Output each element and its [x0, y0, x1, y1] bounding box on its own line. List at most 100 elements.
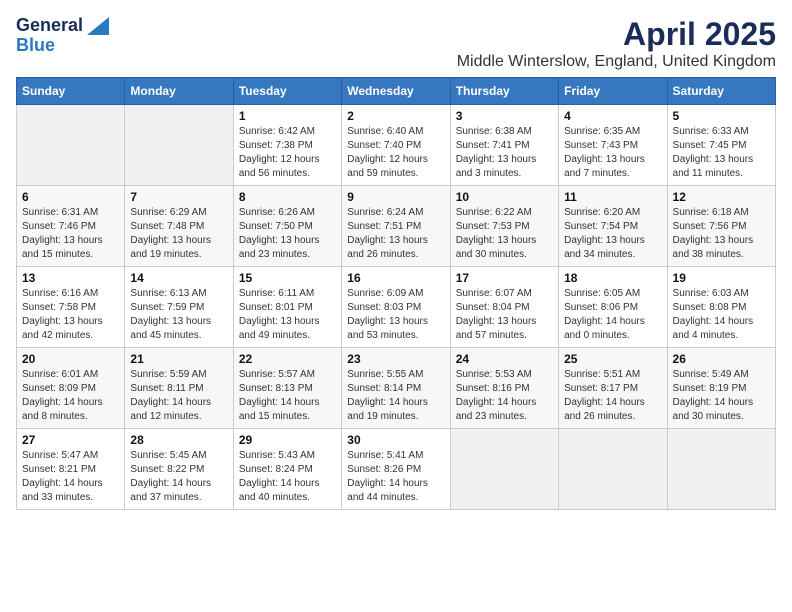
cell-info: Sunrise: 5:55 AMSunset: 8:14 PMDaylight:…	[347, 368, 444, 424]
cell-day-number: 28	[130, 433, 227, 447]
table-row: 29 Sunrise: 5:43 AMSunset: 8:24 PMDayligh…	[233, 429, 341, 510]
cell-day-number: 3	[456, 109, 553, 123]
table-row	[17, 105, 125, 186]
table-row: 27 Sunrise: 5:47 AMSunset: 8:21 PMDayligh…	[17, 429, 125, 510]
calendar-week-row: 1Sunrise: 6:42 AMSunset: 7:38 PMDaylight…	[17, 105, 776, 186]
cell-day-number: 19	[673, 271, 770, 285]
cell-info: Sunrise: 6:42 AMSunset: 7:38 PMDaylight:…	[239, 125, 336, 181]
cell-info: Sunrise: 6:24 AMSunset: 7:51 PMDaylight:…	[347, 206, 444, 262]
col-sunday: Sunday	[17, 78, 125, 105]
cell-info: Sunrise: 6:38 AMSunset: 7:41 PMDaylight:…	[456, 125, 553, 181]
cell-day-number: 16	[347, 271, 444, 285]
cell-day-number: 27	[22, 433, 119, 447]
table-row: 7 Sunrise: 6:29 AMSunset: 7:48 PMDaylight…	[125, 186, 233, 267]
cell-day-number: 17	[456, 271, 553, 285]
table-row	[559, 429, 667, 510]
cell-info: Sunrise: 5:57 AMSunset: 8:13 PMDaylight:…	[239, 368, 336, 424]
table-row: 21 Sunrise: 5:59 AMSunset: 8:11 PMDayligh…	[125, 348, 233, 429]
cell-day-number: 13	[22, 271, 119, 285]
cell-info: Sunrise: 6:18 AMSunset: 7:56 PMDaylight:…	[673, 206, 770, 262]
cell-info: Sunrise: 6:09 AMSunset: 8:03 PMDaylight:…	[347, 287, 444, 343]
title-area: April 2025 Middle Winterslow, England, U…	[457, 16, 776, 71]
table-row: 5Sunrise: 6:33 AMSunset: 7:45 PMDaylight…	[667, 105, 775, 186]
calendar-week-row: 13 Sunrise: 6:16 AMSunset: 7:58 PMDayligh…	[17, 267, 776, 348]
cell-info: Sunrise: 5:51 AMSunset: 8:17 PMDaylight:…	[564, 368, 661, 424]
cell-info: Sunrise: 5:59 AMSunset: 8:11 PMDaylight:…	[130, 368, 227, 424]
col-monday: Monday	[125, 78, 233, 105]
col-tuesday: Tuesday	[233, 78, 341, 105]
calendar-week-row: 20 Sunrise: 6:01 AMSunset: 8:09 PMDayligh…	[17, 348, 776, 429]
cell-day-number: 20	[22, 352, 119, 366]
table-row: 12Sunrise: 6:18 AMSunset: 7:56 PMDayligh…	[667, 186, 775, 267]
cell-day-number: 6	[22, 190, 119, 204]
cell-day-number: 11	[564, 190, 661, 204]
cell-info: Sunrise: 5:47 AMSunset: 8:21 PMDaylight:…	[22, 449, 119, 505]
cell-day-number: 30	[347, 433, 444, 447]
calendar-week-row: 6 Sunrise: 6:31 AMSunset: 7:46 PMDaylight…	[17, 186, 776, 267]
col-friday: Friday	[559, 78, 667, 105]
cell-day-number: 23	[347, 352, 444, 366]
col-saturday: Saturday	[667, 78, 775, 105]
cell-day-number: 21	[130, 352, 227, 366]
table-row: 23 Sunrise: 5:55 AMSunset: 8:14 PMDayligh…	[342, 348, 450, 429]
table-row	[667, 429, 775, 510]
logo-icon	[87, 17, 109, 35]
table-row: 1Sunrise: 6:42 AMSunset: 7:38 PMDaylight…	[233, 105, 341, 186]
table-row: 11Sunrise: 6:20 AMSunset: 7:54 PMDayligh…	[559, 186, 667, 267]
cell-day-number: 4	[564, 109, 661, 123]
cell-info: Sunrise: 5:53 AMSunset: 8:16 PMDaylight:…	[456, 368, 553, 424]
cell-info: Sunrise: 6:01 AMSunset: 8:09 PMDaylight:…	[22, 368, 119, 424]
table-row: 25 Sunrise: 5:51 AMSunset: 8:17 PMDayligh…	[559, 348, 667, 429]
logo: General Blue	[16, 16, 109, 56]
cell-day-number: 25	[564, 352, 661, 366]
calendar-table: Sunday Monday Tuesday Wednesday Thursday…	[16, 77, 776, 510]
cell-day-number: 22	[239, 352, 336, 366]
cell-info: Sunrise: 5:45 AMSunset: 8:22 PMDaylight:…	[130, 449, 227, 505]
cell-info: Sunrise: 6:33 AMSunset: 7:45 PMDaylight:…	[673, 125, 770, 181]
cell-day-number: 26	[673, 352, 770, 366]
table-row: 20 Sunrise: 6:01 AMSunset: 8:09 PMDayligh…	[17, 348, 125, 429]
table-row: 15 Sunrise: 6:11 AMSunset: 8:01 PMDayligh…	[233, 267, 341, 348]
table-row: 8Sunrise: 6:26 AMSunset: 7:50 PMDaylight…	[233, 186, 341, 267]
table-row: 28 Sunrise: 5:45 AMSunset: 8:22 PMDayligh…	[125, 429, 233, 510]
cell-info: Sunrise: 6:29 AMSunset: 7:48 PMDaylight:…	[130, 206, 227, 262]
cell-info: Sunrise: 6:11 AMSunset: 8:01 PMDaylight:…	[239, 287, 336, 343]
table-row	[450, 429, 558, 510]
cell-day-number: 14	[130, 271, 227, 285]
logo-blue-text: Blue	[16, 36, 55, 56]
cell-info: Sunrise: 5:43 AMSunset: 8:24 PMDaylight:…	[239, 449, 336, 505]
table-row	[125, 105, 233, 186]
cell-info: Sunrise: 6:31 AMSunset: 7:46 PMDaylight:…	[22, 206, 119, 262]
table-row: 2 Sunrise: 6:40 AMSunset: 7:40 PMDaylight…	[342, 105, 450, 186]
cell-day-number: 18	[564, 271, 661, 285]
cell-day-number: 29	[239, 433, 336, 447]
table-row: 17Sunrise: 6:07 AMSunset: 8:04 PMDayligh…	[450, 267, 558, 348]
table-row: 19 Sunrise: 6:03 AMSunset: 8:08 PMDayligh…	[667, 267, 775, 348]
table-row: 10Sunrise: 6:22 AMSunset: 7:53 PMDayligh…	[450, 186, 558, 267]
cell-info: Sunrise: 6:22 AMSunset: 7:53 PMDaylight:…	[456, 206, 553, 262]
table-row: 9 Sunrise: 6:24 AMSunset: 7:51 PMDaylight…	[342, 186, 450, 267]
cell-day-number: 9	[347, 190, 444, 204]
table-row: 24 Sunrise: 5:53 AMSunset: 8:16 PMDayligh…	[450, 348, 558, 429]
cell-info: Sunrise: 6:16 AMSunset: 7:58 PMDaylight:…	[22, 287, 119, 343]
table-row: 3 Sunrise: 6:38 AMSunset: 7:41 PMDaylight…	[450, 105, 558, 186]
cell-info: Sunrise: 6:05 AMSunset: 8:06 PMDaylight:…	[564, 287, 661, 343]
table-row: 26Sunrise: 5:49 AMSunset: 8:19 PMDayligh…	[667, 348, 775, 429]
col-wednesday: Wednesday	[342, 78, 450, 105]
table-row: 18 Sunrise: 6:05 AMSunset: 8:06 PMDayligh…	[559, 267, 667, 348]
table-row: 13 Sunrise: 6:16 AMSunset: 7:58 PMDayligh…	[17, 267, 125, 348]
cell-day-number: 7	[130, 190, 227, 204]
cell-day-number: 24	[456, 352, 553, 366]
cell-day-number: 2	[347, 109, 444, 123]
table-row: 30 Sunrise: 5:41 AMSunset: 8:26 PMDayligh…	[342, 429, 450, 510]
table-row: 16 Sunrise: 6:09 AMSunset: 8:03 PMDayligh…	[342, 267, 450, 348]
table-row: 4 Sunrise: 6:35 AMSunset: 7:43 PMDaylight…	[559, 105, 667, 186]
cell-info: Sunrise: 6:26 AMSunset: 7:50 PMDaylight:…	[239, 206, 336, 262]
cell-info: Sunrise: 6:13 AMSunset: 7:59 PMDaylight:…	[130, 287, 227, 343]
cell-info: Sunrise: 6:03 AMSunset: 8:08 PMDaylight:…	[673, 287, 770, 343]
cell-info: Sunrise: 6:40 AMSunset: 7:40 PMDaylight:…	[347, 125, 444, 181]
cell-info: Sunrise: 5:41 AMSunset: 8:26 PMDaylight:…	[347, 449, 444, 505]
cell-day-number: 15	[239, 271, 336, 285]
cell-info: Sunrise: 6:35 AMSunset: 7:43 PMDaylight:…	[564, 125, 661, 181]
table-row: 14 Sunrise: 6:13 AMSunset: 7:59 PMDayligh…	[125, 267, 233, 348]
